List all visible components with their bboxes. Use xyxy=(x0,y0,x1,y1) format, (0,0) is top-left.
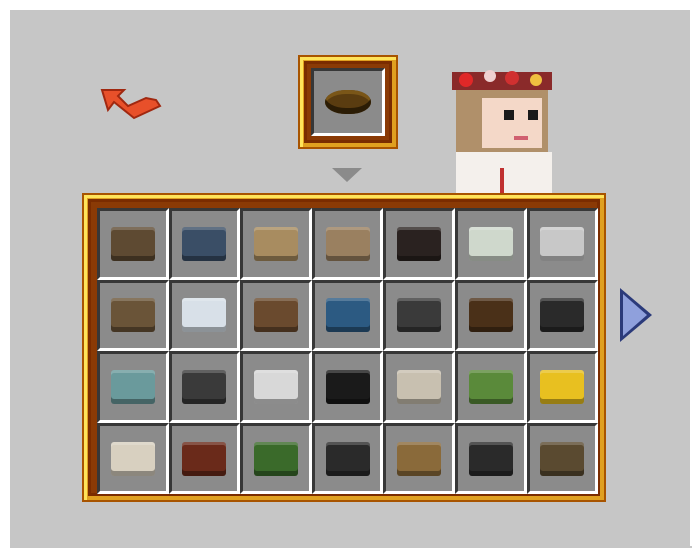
monitor-icon xyxy=(325,369,370,404)
chalkboard-sign-icon xyxy=(540,298,585,333)
back-arrow-icon[interactable] xyxy=(98,80,164,120)
item-grid-frame xyxy=(84,195,604,500)
grater-icon xyxy=(540,226,585,261)
item-slot[interactable] xyxy=(97,208,169,280)
window-edge xyxy=(690,0,696,546)
item-slot[interactable] xyxy=(97,279,169,352)
item-slot[interactable] xyxy=(311,208,384,280)
item-slot[interactable] xyxy=(526,279,599,352)
item-slot[interactable] xyxy=(454,279,527,352)
item-slot[interactable] xyxy=(240,351,312,423)
record-player-icon xyxy=(110,369,155,404)
item-slot[interactable] xyxy=(383,208,455,280)
globe-icon xyxy=(325,298,370,333)
item-slot[interactable] xyxy=(240,422,312,495)
item-slot[interactable] xyxy=(240,279,312,352)
item-slot[interactable] xyxy=(168,208,241,280)
photo-frames-icon xyxy=(325,441,370,476)
item-slot[interactable] xyxy=(454,351,527,423)
radio-icon xyxy=(110,226,155,261)
item-slot[interactable] xyxy=(526,422,599,495)
item-slot[interactable] xyxy=(383,279,455,352)
item-slot[interactable] xyxy=(526,351,599,423)
item-slot[interactable] xyxy=(454,422,527,495)
wooden-bowl-icon xyxy=(325,90,371,114)
item-slot[interactable] xyxy=(526,208,599,280)
item-slot[interactable] xyxy=(97,351,169,423)
teddy-bear-icon xyxy=(253,298,298,333)
item-slot[interactable] xyxy=(311,279,384,352)
display-case-figure-icon xyxy=(182,226,227,261)
player-avatar xyxy=(452,70,552,198)
item-slot[interactable] xyxy=(383,422,455,495)
gramophone-icon xyxy=(468,298,513,333)
camera-icon xyxy=(397,298,442,333)
item-slot[interactable] xyxy=(168,279,241,352)
item-slot[interactable] xyxy=(240,208,312,280)
item-slot[interactable] xyxy=(454,208,527,280)
film-camera-icon xyxy=(397,369,442,404)
item-slot[interactable] xyxy=(168,351,241,423)
item-slot[interactable] xyxy=(383,351,455,423)
scales-icon xyxy=(397,441,442,476)
potted-plant-chest-icon xyxy=(468,369,513,404)
iron-bars-icon xyxy=(110,441,155,476)
laptop-light-icon xyxy=(253,369,298,404)
display-case-icon xyxy=(110,298,155,333)
television-icon xyxy=(540,441,585,476)
wicker-chest-icon xyxy=(253,226,298,261)
item-slot[interactable] xyxy=(168,422,241,495)
laptop-dark-icon xyxy=(182,369,227,404)
plant-display-icon xyxy=(468,226,513,261)
treasure-chest-icon xyxy=(182,441,227,476)
selected-item-slot[interactable] xyxy=(311,68,385,136)
gold-bars-icon xyxy=(540,369,585,404)
picture-frames-icon xyxy=(253,441,298,476)
fishbowl-icon xyxy=(182,298,227,333)
triangle-right-icon[interactable] xyxy=(620,288,652,342)
item-slot[interactable] xyxy=(97,422,169,495)
item-slot[interactable] xyxy=(311,422,384,495)
item-slot[interactable] xyxy=(311,351,384,423)
triangle-down-icon[interactable] xyxy=(332,168,362,182)
selected-item-frame xyxy=(300,57,396,147)
item-grid xyxy=(97,208,599,495)
alarm-clock-icon xyxy=(397,226,442,261)
picnic-basket-icon xyxy=(325,226,370,261)
typewriter-icon xyxy=(468,441,513,476)
